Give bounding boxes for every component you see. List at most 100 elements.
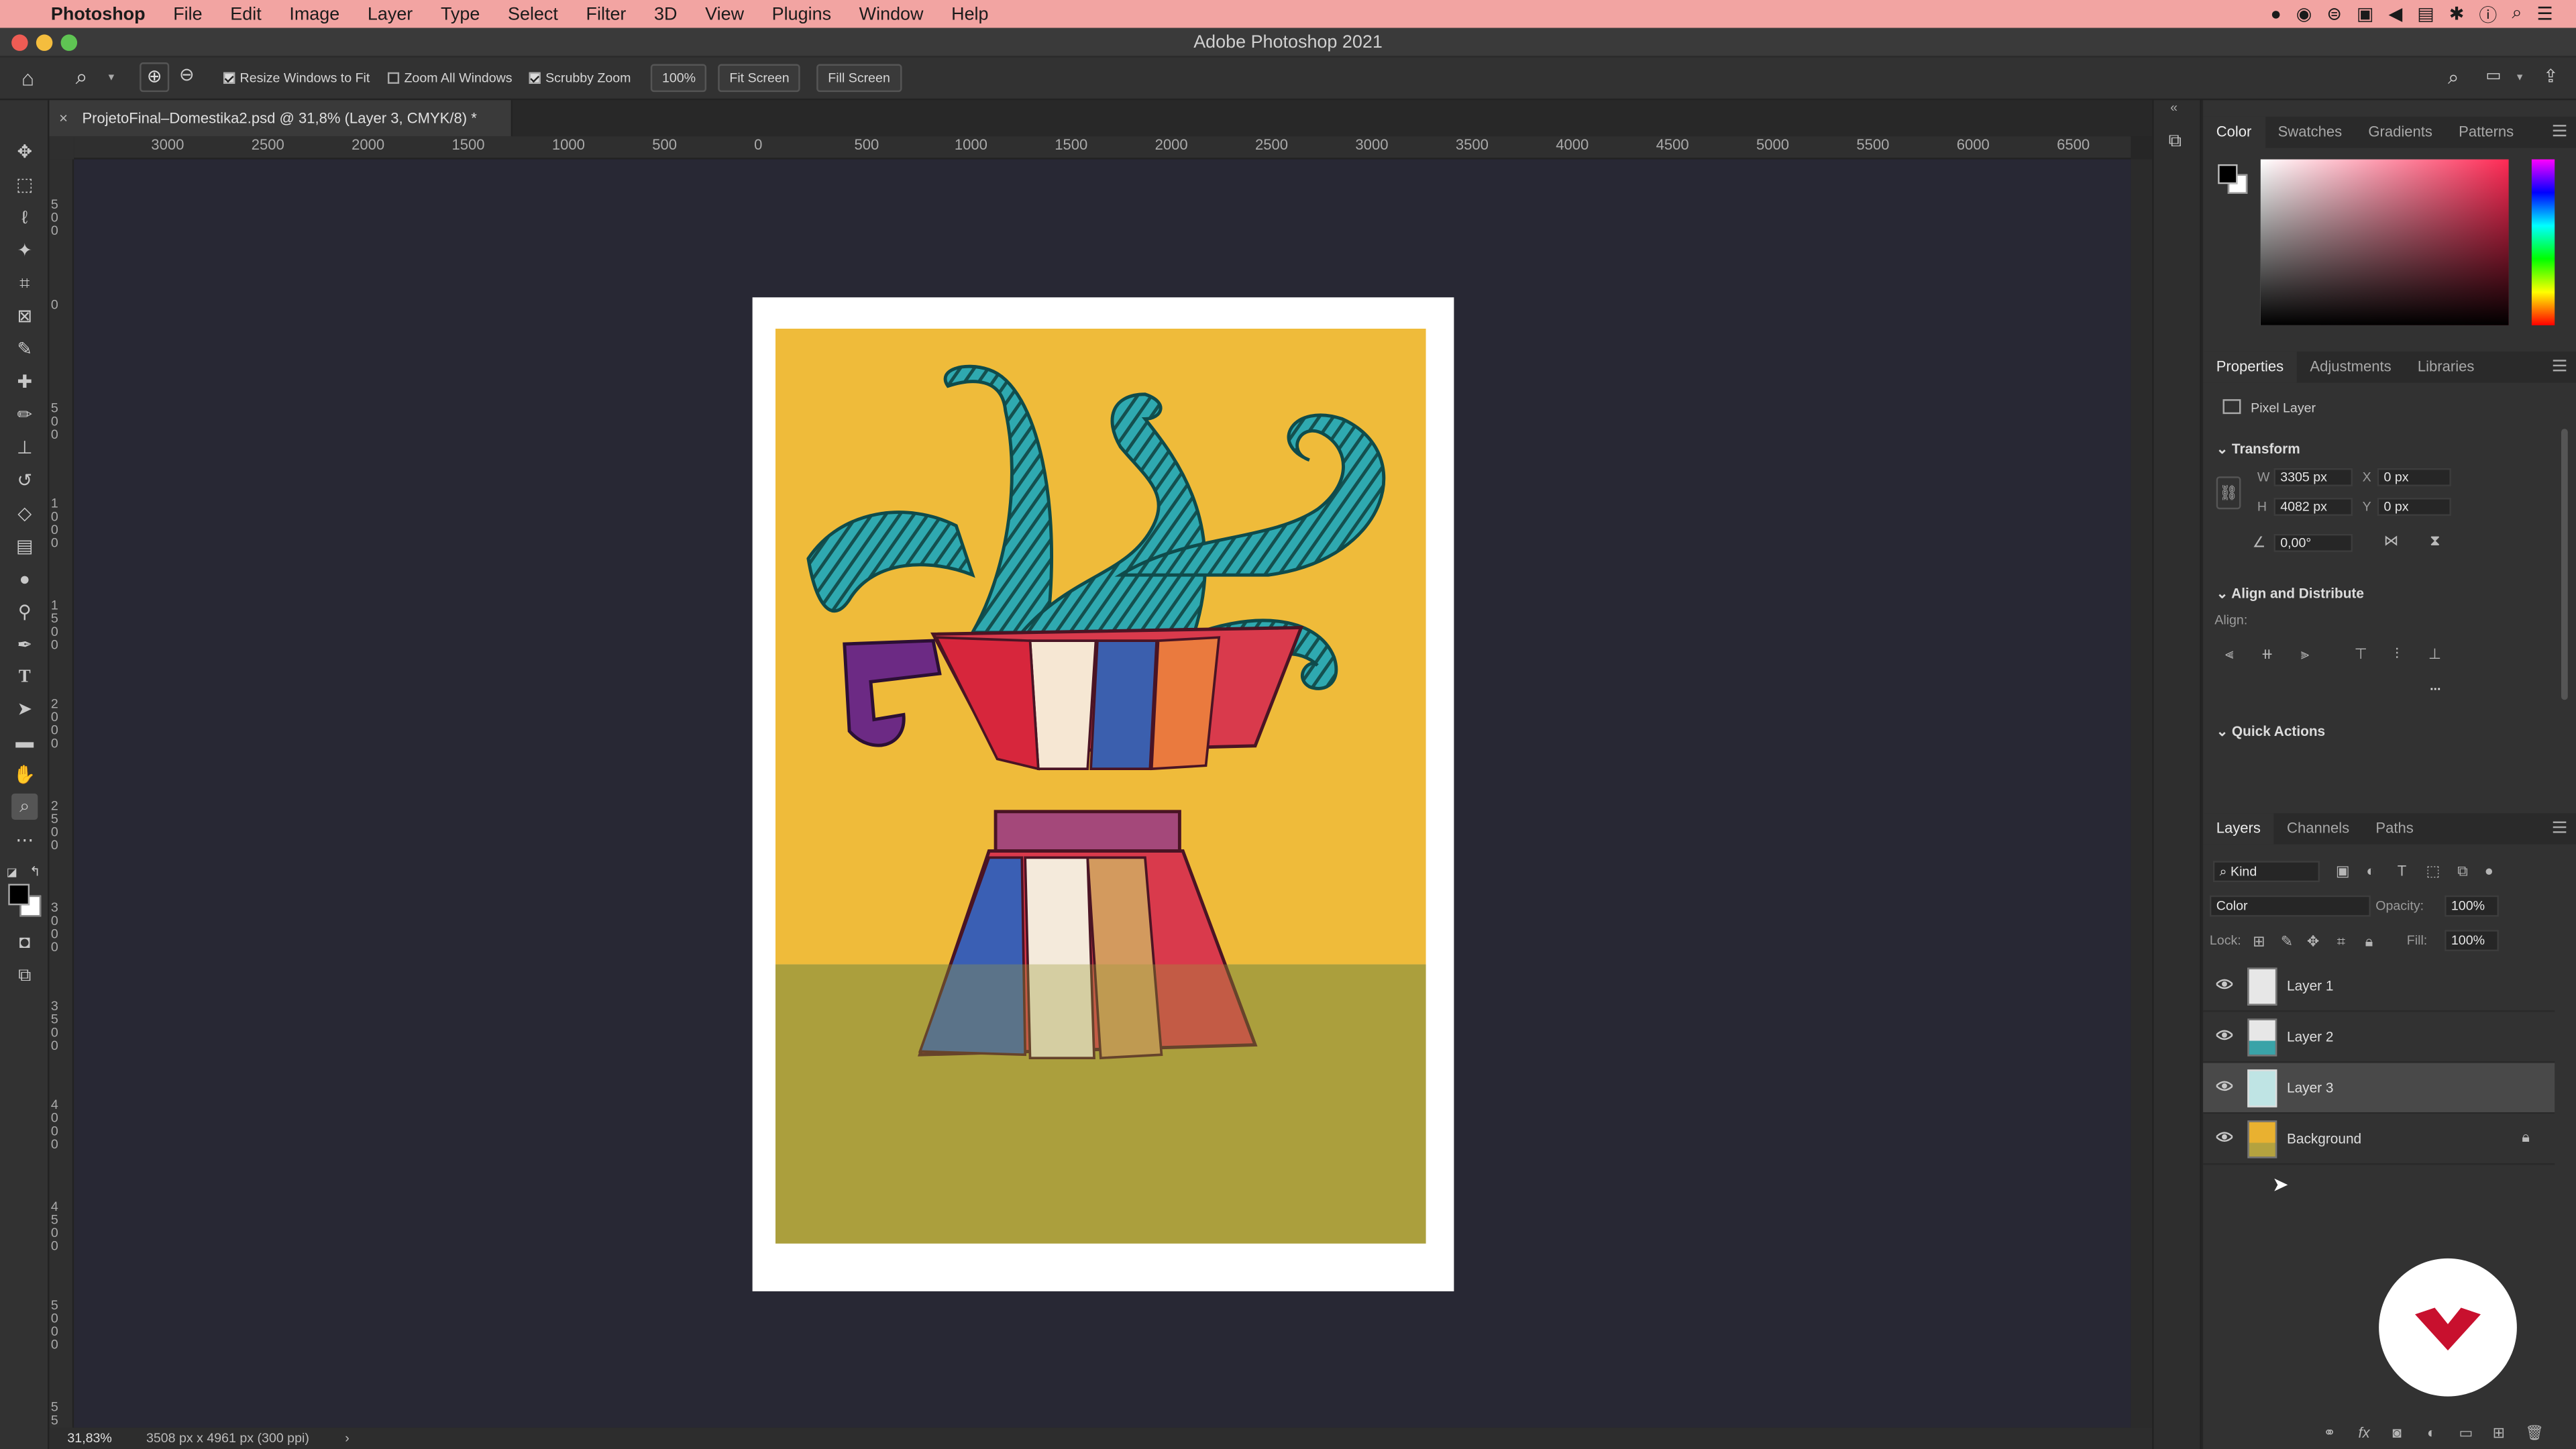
- menu-filter[interactable]: Filter: [571, 4, 639, 23]
- lock-transparency-icon[interactable]: ⊞: [2251, 933, 2267, 949]
- tab-adjustments[interactable]: Adjustments: [2297, 352, 2404, 383]
- fill-screen-button[interactable]: Fill Screen: [816, 64, 902, 93]
- artwork-image[interactable]: [775, 328, 1426, 1244]
- tab-patterns[interactable]: Patterns: [2446, 117, 2527, 148]
- panel-menu-icon[interactable]: [2553, 360, 2567, 372]
- panel-menu-icon[interactable]: [2553, 821, 2567, 833]
- blend-mode-select[interactable]: Color: [2209, 895, 2371, 917]
- x-field[interactable]: 0 px: [2377, 468, 2451, 486]
- visibility-eye-icon[interactable]: [2214, 1027, 2234, 1043]
- flip-vertical-icon[interactable]: ⧗: [2430, 532, 2440, 550]
- align-right-icon[interactable]: ⫸: [2297, 645, 2313, 661]
- hand-tool-icon[interactable]: ✋: [11, 762, 38, 788]
- tray-info-icon[interactable]: ⓘ: [2479, 1, 2497, 27]
- align-top-icon[interactable]: ⊤: [2353, 645, 2369, 661]
- layer-row-layer-2[interactable]: Layer 2: [2203, 1012, 2555, 1063]
- lock-pixels-icon[interactable]: ✎: [2279, 933, 2295, 949]
- new-adjustment-layer-icon[interactable]: ◐: [2423, 1424, 2439, 1440]
- tray-sync-icon[interactable]: ⊜: [2326, 3, 2342, 25]
- document-tab[interactable]: × ProjetoFinal–Domestika2.psd @ 31,8% (L…: [49, 100, 513, 137]
- hue-slider[interactable]: [2531, 159, 2555, 325]
- scrubby-zoom-checkbox[interactable]: Scrubby Zoom: [529, 70, 631, 85]
- menu-3d[interactable]: 3D: [639, 4, 690, 23]
- default-colors-icon[interactable]: ◪: [7, 866, 17, 879]
- menu-select[interactable]: Select: [493, 4, 572, 23]
- share-icon[interactable]: ⇪: [2543, 66, 2559, 87]
- add-mask-icon[interactable]: ◙: [2389, 1424, 2405, 1440]
- foreground-color-swatch[interactable]: [8, 883, 30, 906]
- transform-section-header[interactable]: ⌄ Transform: [2216, 440, 2300, 458]
- chevron-down-icon[interactable]: ▾: [2517, 70, 2523, 84]
- zoom-in-icon[interactable]: ⊕: [140, 62, 170, 93]
- tray-shield-icon[interactable]: ▣: [2357, 3, 2373, 25]
- screen-mode-icon[interactable]: ⧉: [11, 963, 38, 989]
- layer-kind-filter[interactable]: ⌕ Kind: [2212, 861, 2320, 883]
- close-tab-icon[interactable]: ×: [59, 100, 68, 136]
- brush-tool-icon[interactable]: ✏: [11, 402, 38, 429]
- rectangle-tool-icon[interactable]: ▬: [11, 729, 38, 755]
- new-group-icon[interactable]: ▭: [2458, 1424, 2474, 1440]
- swap-colors-icon[interactable]: ↰: [30, 864, 40, 879]
- tab-layers[interactable]: Layers: [2203, 813, 2274, 845]
- link-icon[interactable]: ⛓: [2216, 476, 2241, 510]
- tray-cc-icon[interactable]: ◉: [2296, 3, 2312, 25]
- blur-tool-icon[interactable]: ●: [11, 567, 38, 593]
- visibility-eye-icon[interactable]: [2214, 976, 2234, 992]
- filter-toggle-icon[interactable]: ●: [2481, 863, 2497, 879]
- filter-pixel-icon[interactable]: ▣: [2334, 863, 2351, 879]
- eraser-tool-icon[interactable]: ◇: [11, 501, 38, 527]
- visibility-eye-icon[interactable]: [2214, 1078, 2234, 1094]
- new-layer-icon[interactable]: ⊞: [2491, 1424, 2507, 1440]
- chevron-down-icon[interactable]: ▾: [109, 70, 115, 84]
- align-left-icon[interactable]: ⫷: [2221, 645, 2237, 661]
- zoom-tool-preset-icon[interactable]: ⌕: [76, 64, 88, 91]
- vertical-ruler[interactable]: 5 0 0 0 5 0 0 1 0 0 0 1 5 0 0 2 0 0 0 2 …: [49, 159, 74, 1428]
- quick-mask-icon[interactable]: ◘: [11, 930, 38, 956]
- quick-actions-header[interactable]: ⌄ Quick Actions: [2216, 723, 2325, 741]
- opacity-field[interactable]: 100%: [2445, 895, 2499, 917]
- horizontal-ruler[interactable]: 3000 2500 2000 1500 1000 500 0 500 1000 …: [74, 136, 2131, 160]
- height-field[interactable]: 4082 px: [2273, 498, 2353, 516]
- tab-gradients[interactable]: Gradients: [2355, 117, 2446, 148]
- angle-field[interactable]: 0,00°: [2273, 533, 2353, 552]
- search-icon[interactable]: ⌕: [2448, 66, 2459, 91]
- path-selection-tool-icon[interactable]: ➤: [11, 696, 38, 722]
- lock-artboard-icon[interactable]: ⌗: [2333, 933, 2349, 949]
- menu-edit[interactable]: Edit: [215, 4, 274, 23]
- zoom-tool-icon[interactable]: ⌕: [11, 793, 38, 820]
- tray-bluetooth-icon[interactable]: ✱: [2449, 3, 2465, 25]
- link-layers-icon[interactable]: ⚭: [2321, 1424, 2337, 1440]
- type-tool-icon[interactable]: T: [11, 663, 38, 690]
- move-tool-icon[interactable]: ✥: [11, 140, 38, 166]
- fit-screen-button[interactable]: Fit Screen: [718, 64, 801, 93]
- color-fg-swatch[interactable]: [2218, 164, 2238, 184]
- history-panel-icon[interactable]: ⧉: [2169, 131, 2182, 153]
- more-tools-icon[interactable]: ⋯: [11, 828, 38, 854]
- collapse-panels-icon[interactable]: «: [2170, 100, 2178, 115]
- zoom-100-button[interactable]: 100%: [650, 64, 708, 93]
- filter-shape-icon[interactable]: ⬚: [2425, 863, 2441, 879]
- clone-stamp-tool-icon[interactable]: ⊥: [11, 435, 38, 462]
- menu-image[interactable]: Image: [274, 4, 353, 23]
- pen-tool-icon[interactable]: ✒: [11, 633, 38, 659]
- tray-app-icon[interactable]: ●: [2270, 4, 2281, 23]
- y-field[interactable]: 0 px: [2377, 498, 2451, 516]
- properties-scrollbar[interactable]: [2561, 429, 2568, 700]
- menu-type[interactable]: Type: [426, 4, 493, 23]
- healing-brush-tool-icon[interactable]: ✚: [11, 370, 38, 396]
- eyedropper-tool-icon[interactable]: ✎: [11, 337, 38, 363]
- document-info[interactable]: 3508 px x 4961 px (300 ppi): [146, 1428, 309, 1449]
- menu-file[interactable]: File: [158, 4, 215, 23]
- frame-tool-icon[interactable]: ⊠: [11, 304, 38, 330]
- home-icon[interactable]: ⌂: [21, 66, 34, 91]
- filter-smart-object-icon[interactable]: ⧉: [2455, 863, 2471, 879]
- layer-row-layer-3[interactable]: Layer 3: [2203, 1063, 2555, 1114]
- zoom-level[interactable]: 31,83%: [67, 1428, 111, 1449]
- tab-paths[interactable]: Paths: [2363, 813, 2427, 845]
- layer-row-background[interactable]: Background 🔒︎: [2203, 1114, 2555, 1165]
- tab-properties[interactable]: Properties: [2203, 352, 2297, 383]
- menu-layer[interactable]: Layer: [353, 4, 426, 23]
- tray-flag-icon[interactable]: ▤: [2417, 3, 2434, 25]
- tray-volume-icon[interactable]: ◀: [2389, 3, 2403, 25]
- canvas-scrollbar[interactable]: [2131, 159, 2153, 1428]
